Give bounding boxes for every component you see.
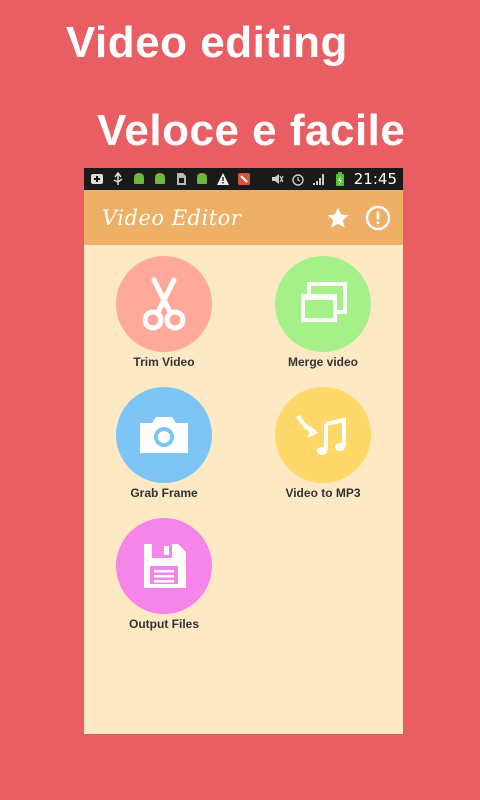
android-icon [134, 173, 144, 184]
app-icon [238, 173, 250, 185]
status-time: 21:45 [353, 170, 397, 188]
info-button[interactable] [365, 205, 391, 231]
usb-icon [113, 172, 123, 185]
promo-line-1: Video editing [66, 18, 348, 67]
save-icon [144, 544, 186, 588]
merge-video-tile[interactable]: Merge video [258, 256, 388, 369]
grab-frame-circle [116, 387, 212, 483]
favorite-button[interactable] [325, 205, 351, 231]
grab-frame-tile[interactable]: Grab Frame [99, 387, 229, 500]
android-icon [155, 173, 165, 184]
status-bar: 21:45 [84, 168, 403, 190]
output-files-circle [116, 518, 212, 614]
trim-video-circle [116, 256, 212, 352]
video-to-mp3-circle [275, 387, 371, 483]
output-files-label: Output Files [129, 617, 199, 631]
music-icon [296, 414, 346, 455]
merge-icon [301, 282, 347, 322]
sd-card-icon [177, 173, 186, 185]
warning-icon [217, 173, 229, 185]
promo-line-2: Veloce e facile [97, 106, 406, 155]
info-icon [365, 205, 391, 230]
battery-icon [335, 172, 344, 186]
app-title: Video Editor [102, 205, 242, 230]
merge-video-label: Merge video [287, 355, 359, 369]
trim-video-label: Trim Video [133, 355, 195, 369]
grab-frame-label: Grab Frame [130, 486, 198, 500]
trim-video-tile[interactable]: Trim Video [99, 256, 229, 369]
video-to-mp3-label: Video to MP3 [285, 486, 361, 500]
notification-icon [91, 174, 103, 184]
video-to-mp3-tile[interactable]: Video to MP3 [258, 387, 388, 500]
alarm-icon [292, 174, 304, 186]
star-icon [327, 207, 349, 228]
app-bar: Video Editor [84, 190, 403, 245]
scissors-icon [142, 277, 186, 331]
phone-screen: 21:45 Video Editor Trim Video Merge vide… [84, 168, 403, 734]
output-files-tile[interactable]: Output Files [99, 518, 229, 631]
merge-video-circle [275, 256, 371, 352]
mute-icon [271, 174, 284, 184]
android-icon [197, 173, 207, 184]
signal-icon [312, 174, 324, 185]
camera-icon [140, 417, 188, 453]
